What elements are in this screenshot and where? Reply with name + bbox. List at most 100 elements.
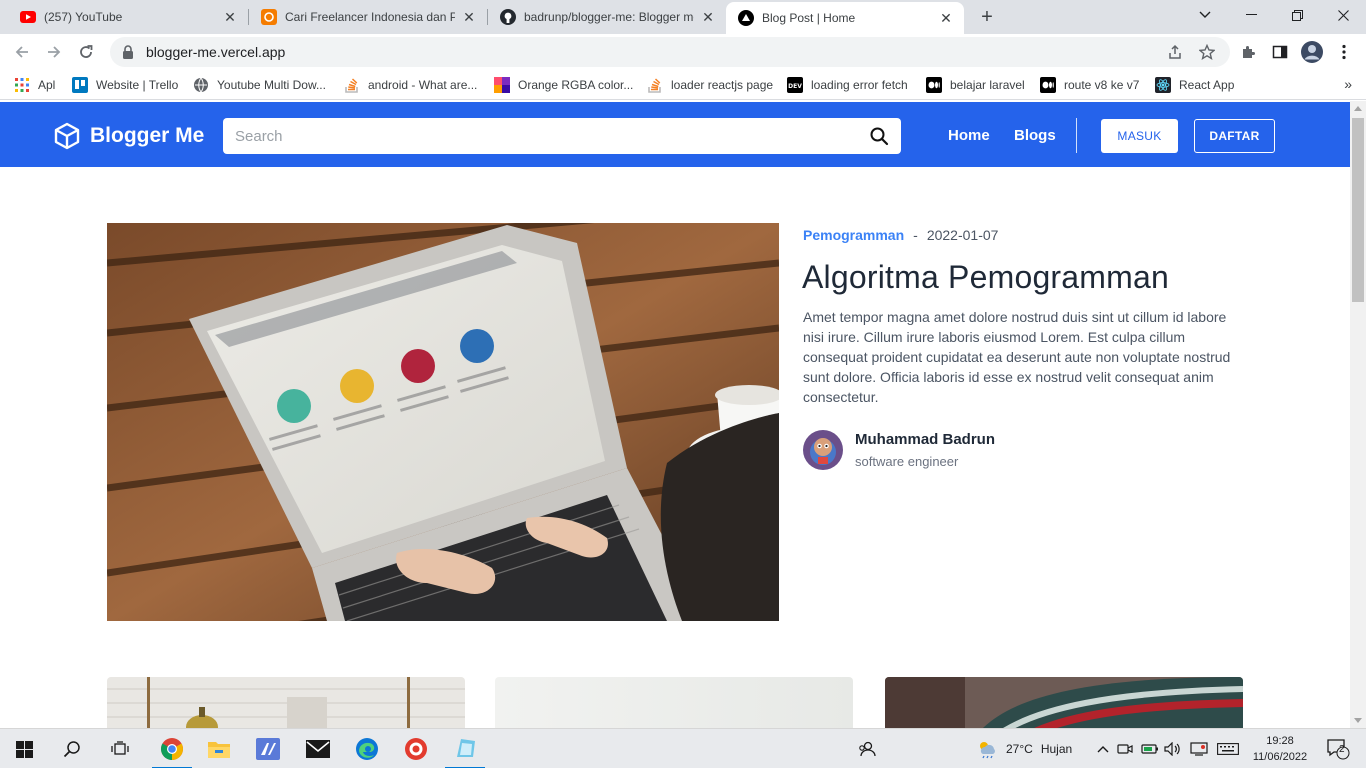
address-bar[interactable]: blogger-me.vercel.app (110, 37, 1230, 67)
post-card-image[interactable] (107, 677, 465, 728)
bookmark-label: route v8 ke v7 (1064, 78, 1140, 92)
arrow-right-icon (48, 46, 61, 58)
post-category-link[interactable]: Pemogramman (803, 227, 904, 243)
bookmark-loading-error[interactable]: DEV loading error fetch (787, 75, 908, 95)
scroll-up-arrow[interactable] (1354, 106, 1362, 111)
battery-icon (1141, 744, 1158, 754)
bookmark-react-app[interactable]: React App (1155, 75, 1234, 95)
chevron-up-icon (1097, 746, 1109, 753)
meet-now-button[interactable] (1110, 729, 1140, 768)
post-title[interactable]: Algoritma Pemogramman (802, 259, 1169, 296)
close-window-button[interactable] (1320, 0, 1366, 30)
new-tab-button[interactable]: + (976, 6, 998, 28)
taskbar-app[interactable] (245, 729, 291, 768)
bookmark-apps[interactable]: Apl (14, 75, 55, 95)
volume-button[interactable] (1160, 729, 1186, 768)
bookmark-trello[interactable]: Website | Trello (72, 75, 178, 95)
bookmark-star-button[interactable] (1194, 37, 1220, 67)
close-tab-icon[interactable]: ✕ (222, 9, 238, 25)
svg-text:DEV: DEV (788, 83, 802, 90)
notes-icon (457, 739, 475, 757)
clock[interactable]: 19:28 11/06/2022 (1247, 733, 1313, 765)
app-icon (256, 738, 280, 760)
notification-center-button[interactable]: 2 (1318, 729, 1358, 768)
taskbar-app-red[interactable] (393, 729, 439, 768)
browser-toolbar: blogger-me.vercel.app (0, 34, 1366, 70)
weather-widget[interactable]: 27°C Hujan (976, 729, 1072, 768)
author-name[interactable]: Muhammad Badrun (855, 431, 995, 448)
bookmark-route-v8[interactable]: route v8 ke v7 (1040, 75, 1139, 95)
bookmark-android[interactable]: android - What are... (344, 75, 477, 95)
network-button[interactable] (1186, 729, 1212, 768)
reload-button[interactable] (72, 38, 100, 66)
forward-button[interactable] (40, 38, 68, 66)
weather-temp: 27°C (1006, 742, 1033, 756)
search-icon (63, 741, 80, 758)
menu-button[interactable] (1330, 38, 1358, 66)
taskbar-notes[interactable] (442, 729, 488, 768)
scrollbar-thumb[interactable] (1352, 118, 1364, 302)
login-button[interactable]: MASUK (1101, 119, 1178, 153)
bookmark-label: loader reactjs page (671, 78, 774, 92)
minimize-button[interactable] (1228, 0, 1274, 30)
tab-blog-post-home[interactable]: Blog Post | Home ✕ (726, 2, 964, 34)
restore-button[interactable] (1274, 0, 1320, 30)
taskbar-edge[interactable] (344, 729, 390, 768)
search-icon[interactable] (869, 126, 889, 146)
stackoverflow-icon (344, 77, 360, 93)
side-panel-button[interactable] (1266, 38, 1294, 66)
featured-post-image[interactable] (107, 223, 779, 621)
bookmark-orange-rgba[interactable]: Orange RGBA color... (494, 75, 633, 95)
tab-projects[interactable]: Cari Freelancer Indonesia dan Pekerjaan … (249, 0, 487, 34)
youtube-icon (20, 9, 36, 25)
lock-icon[interactable] (120, 44, 136, 60)
cube-icon (54, 122, 80, 150)
extensions-button[interactable] (1234, 38, 1262, 66)
keyboard-button[interactable] (1212, 729, 1244, 768)
close-icon (1337, 9, 1349, 21)
task-view-button[interactable] (97, 729, 143, 768)
taskbar-search-button[interactable] (49, 729, 95, 768)
side-panel-icon (1272, 45, 1288, 59)
folder-icon (208, 742, 230, 758)
nav-blogs-link[interactable]: Blogs (1014, 127, 1056, 144)
red-app-icon (405, 738, 427, 760)
taskbar-chrome[interactable] (149, 729, 195, 768)
nav-home-link[interactable]: Home (948, 127, 990, 144)
bookmark-youtube-multi[interactable]: Youtube Multi Dow... (193, 75, 326, 95)
task-view-icon (111, 741, 129, 755)
tab-search-button[interactable] (1182, 0, 1228, 30)
taskbar-mail[interactable] (295, 729, 341, 768)
profile-avatar[interactable] (1298, 38, 1326, 66)
search-input[interactable] (235, 127, 855, 145)
chevron-down-icon (1199, 11, 1211, 18)
close-tab-icon[interactable]: ✕ (700, 9, 716, 25)
close-tab-icon[interactable]: ✕ (461, 9, 477, 25)
scroll-down-arrow[interactable] (1354, 718, 1362, 723)
brand-logo[interactable]: Blogger Me (53, 122, 204, 150)
bookmark-belajar-laravel[interactable]: belajar laravel (926, 75, 1025, 95)
github-icon (500, 9, 516, 25)
people-button[interactable] (844, 729, 890, 768)
arrow-left-icon (15, 46, 28, 58)
puzzle-icon (1243, 46, 1255, 58)
bookmark-loader-reactjs[interactable]: loader reactjs page (647, 75, 773, 95)
register-button[interactable]: DAFTAR (1194, 119, 1275, 153)
post-card-image[interactable] (495, 677, 853, 728)
share-button[interactable] (1162, 37, 1188, 67)
url-text[interactable]: blogger-me.vercel.app (146, 44, 285, 60)
post-card-image[interactable] (885, 677, 1243, 728)
react-icon (1155, 77, 1171, 93)
start-button[interactable] (1, 729, 47, 768)
back-button[interactable] (8, 38, 36, 66)
tab-github[interactable]: badrunp/blogger-me: Blogger me ✕ (488, 0, 726, 34)
page-scrollbar[interactable] (1350, 101, 1366, 728)
more-bookmarks-button[interactable]: » (1344, 76, 1352, 92)
tab-youtube[interactable]: (257) YouTube ✕ (8, 0, 248, 34)
taskbar-file-explorer[interactable] (196, 729, 242, 768)
close-tab-icon[interactable]: ✕ (938, 10, 954, 26)
edge-icon (356, 738, 378, 760)
bookmark-label: React App (1179, 78, 1235, 92)
bookmark-label: Youtube Multi Dow... (217, 78, 326, 92)
author-avatar[interactable] (803, 430, 843, 470)
